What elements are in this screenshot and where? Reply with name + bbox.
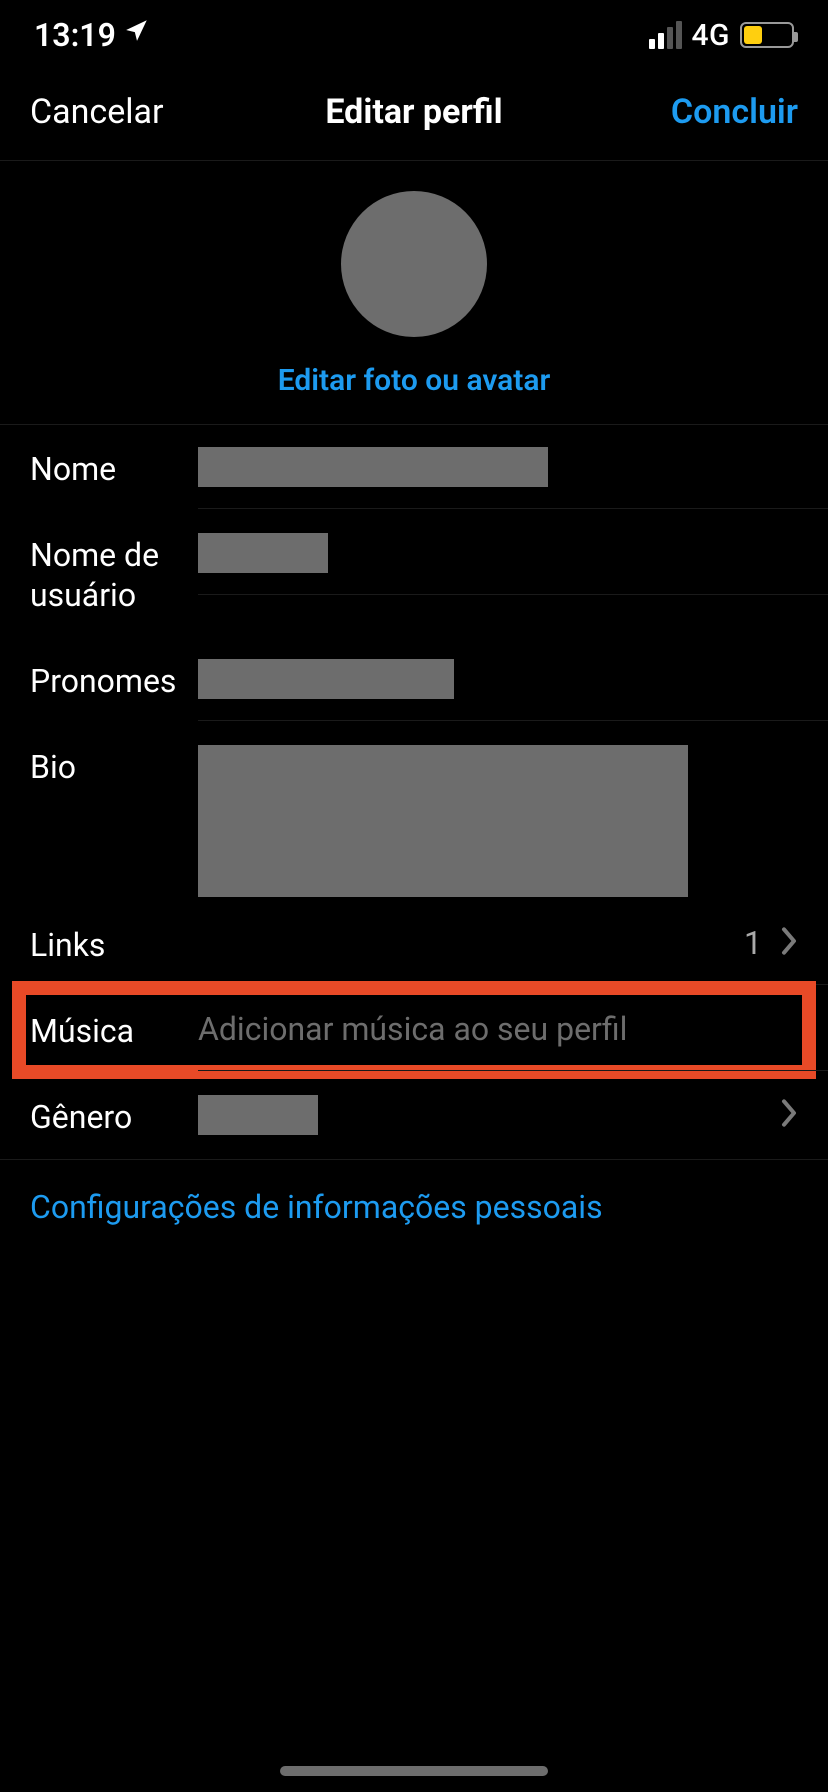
links-label: Links — [30, 923, 198, 965]
bio-value-redacted — [198, 745, 688, 897]
status-bar: 13:19 4G — [0, 0, 828, 70]
gender-row[interactable]: Gênero — [0, 1073, 828, 1159]
location-arrow-icon — [124, 16, 150, 51]
page-title: Editar perfil — [286, 92, 542, 132]
done-button[interactable]: Concluir — [542, 92, 798, 132]
status-right: 4G — [649, 18, 795, 53]
username-row[interactable]: Nome de usuário — [0, 511, 828, 637]
chevron-right-icon — [780, 1098, 798, 1132]
pronouns-label: Pronomes — [30, 659, 198, 701]
status-time: 13:19 — [34, 16, 116, 54]
battery-icon — [740, 22, 794, 48]
cellular-signal-icon — [649, 21, 682, 49]
pronouns-row[interactable]: Pronomes — [0, 637, 828, 723]
profile-form: Nome Nome de usuário Pronomes Bio Links … — [0, 425, 828, 1254]
username-label: Nome de usuário — [30, 533, 198, 615]
avatar-image[interactable] — [341, 191, 487, 337]
avatar-section: Editar foto ou avatar — [0, 161, 828, 425]
name-row[interactable]: Nome — [0, 425, 828, 511]
music-placeholder: Adicionar música ao seu perfil — [198, 1010, 627, 1048]
music-label: Música — [30, 1009, 198, 1051]
gender-value-redacted — [198, 1095, 318, 1135]
links-count: 1 — [744, 924, 762, 962]
gender-label: Gênero — [30, 1095, 198, 1137]
nav-header: Cancelar Editar perfil Concluir — [0, 70, 828, 161]
name-label: Nome — [30, 447, 198, 489]
edit-avatar-button[interactable]: Editar foto ou avatar — [0, 363, 828, 398]
cancel-button[interactable]: Cancelar — [30, 92, 286, 132]
bio-label: Bio — [30, 745, 198, 787]
music-row[interactable]: Música Adicionar música ao seu perfil — [0, 987, 828, 1073]
name-value-redacted — [198, 447, 548, 487]
links-row[interactable]: Links 1 — [0, 901, 828, 987]
bio-row[interactable]: Bio — [0, 723, 828, 897]
status-left: 13:19 — [34, 16, 150, 54]
username-value-redacted — [198, 533, 328, 573]
pronouns-value-redacted — [198, 659, 454, 699]
personal-info-settings-link[interactable]: Configurações de informações pessoais — [0, 1159, 828, 1254]
home-indicator[interactable] — [280, 1766, 548, 1776]
chevron-right-icon — [780, 926, 798, 960]
network-type-label: 4G — [692, 18, 731, 53]
